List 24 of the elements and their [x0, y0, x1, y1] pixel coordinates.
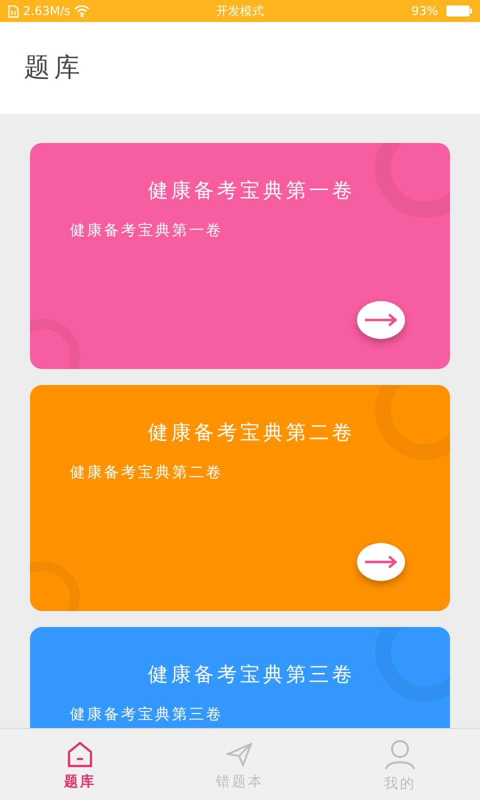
- arrow-right-icon: [364, 555, 398, 569]
- nav-tab[interactable]: 题库: [0, 729, 160, 800]
- card-title: 健康备考宝典第三卷: [148, 661, 356, 688]
- paper-plane-icon: [226, 740, 254, 768]
- developer-mode-label: 开发模式: [215, 3, 265, 20]
- card-title: 健康备考宝典第二卷: [148, 419, 356, 446]
- arrow-right-icon: [364, 313, 398, 327]
- arrow-button[interactable]: [357, 543, 405, 581]
- arrow-button[interactable]: [357, 301, 405, 339]
- home-icon: [66, 740, 94, 768]
- wifi-icon: [74, 5, 90, 17]
- sim-icon: [8, 4, 19, 18]
- battery-percent: 93%: [411, 3, 438, 20]
- card-subtitle: 健康备考宝典第三卷: [69, 704, 224, 725]
- card-subtitle: 健康备考宝典第二卷: [69, 462, 224, 483]
- card-title: 健康备考宝典第一卷: [148, 177, 356, 204]
- user-icon: [384, 738, 416, 770]
- page-title: 题库: [24, 52, 84, 84]
- exam-card[interactable]: 健康备考宝典第一卷 健康备考宝典第一卷: [30, 143, 450, 369]
- battery-icon: [446, 5, 472, 17]
- exam-card[interactable]: 健康备考宝典第三卷 健康备考宝典第三卷: [30, 627, 450, 728]
- network-speed: 2.63M/s: [23, 3, 70, 20]
- exam-card[interactable]: 健康备考宝典第二卷 健康备考宝典第二卷: [30, 385, 450, 611]
- card-subtitle: 健康备考宝典第一卷: [69, 220, 224, 241]
